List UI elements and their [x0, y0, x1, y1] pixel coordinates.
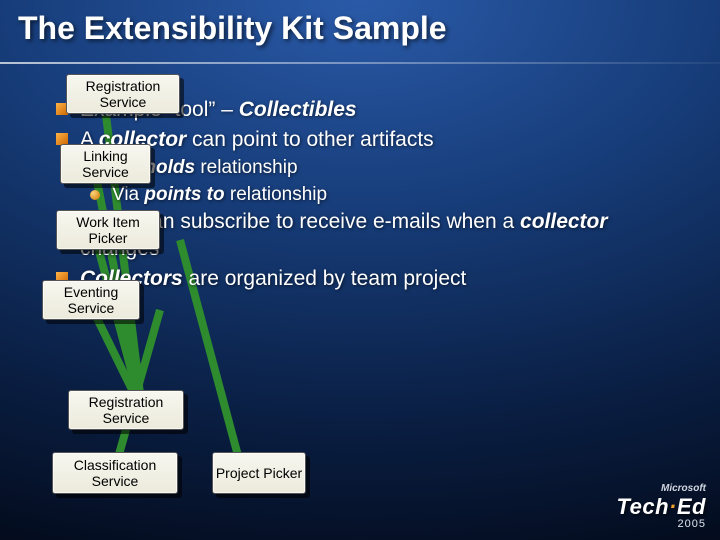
- bullet-4: Collectors are organized by team project: [56, 265, 692, 293]
- bullet-icon: [56, 133, 68, 145]
- slide: The Extensibility Kit Sample Example “to…: [0, 0, 720, 540]
- box-classification-service: Classification Service: [52, 452, 178, 494]
- box-eventing-service: Eventing Service: [42, 280, 140, 320]
- bullet-2: A collector can point to other artifacts: [56, 126, 692, 154]
- box-registration-service-2: Registration Service: [68, 390, 184, 430]
- subbullet-icon: [90, 190, 100, 200]
- body-text: Example “tool” – Collectibles A collecto…: [56, 96, 692, 295]
- title-rule: [0, 62, 720, 64]
- subbullet-2-1: Via holds relationship: [90, 155, 692, 180]
- slide-title: The Extensibility Kit Sample: [18, 10, 447, 47]
- box-registration-service-1: Registration Service: [66, 74, 180, 114]
- box-linking-service: Linking Service: [60, 144, 151, 184]
- footer-logo: Microsoft Tech·Ed 2005: [617, 483, 706, 530]
- box-work-item-picker: Work Item Picker: [56, 210, 160, 250]
- box-project-picker: Project Picker: [212, 452, 306, 494]
- subbullet-2-2: Via points to relationship: [90, 182, 692, 207]
